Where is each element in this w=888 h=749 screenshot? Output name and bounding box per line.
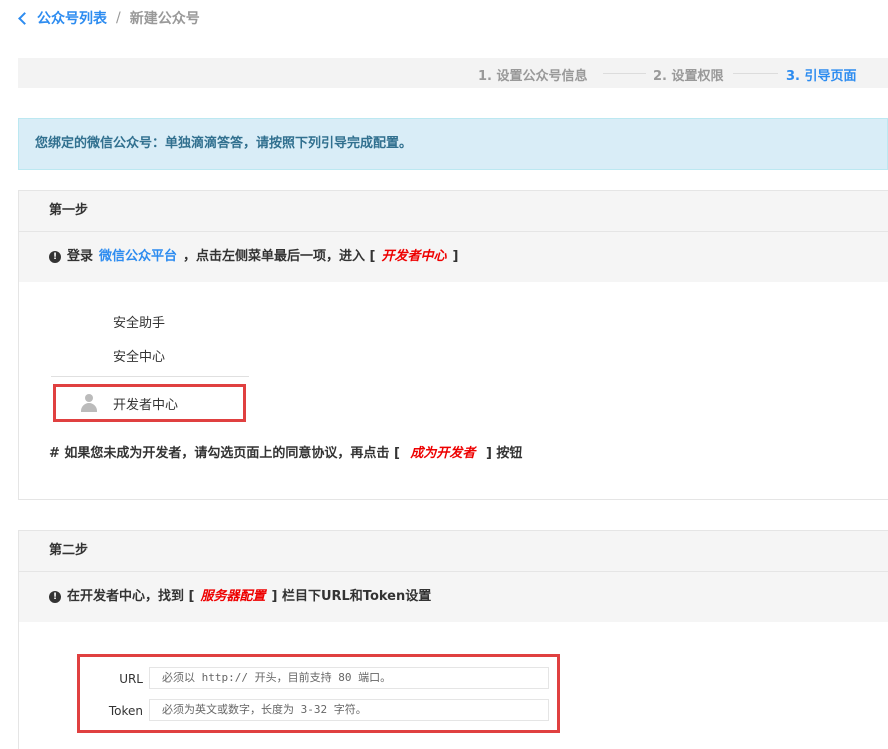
step1-instruction: ! 登录 微信公众平台 ，点击左侧菜单最后一项，进入 [ 开发者中心 ]: [19, 232, 888, 282]
back-link[interactable]: 公众号列表: [18, 8, 107, 28]
step1-instr-mid: ，点击左侧菜单最后一项，进入 [: [183, 249, 376, 264]
step-2: 2. 设置权限: [653, 69, 724, 84]
wechat-platform-link[interactable]: 微信公众平台: [99, 232, 177, 282]
step-divider: [733, 73, 778, 74]
wizard-steps: 1. 设置公众号信息 2. 设置权限 3. 引导页面: [18, 58, 888, 88]
menu-item-security-center: 安全中心: [113, 350, 166, 365]
breadcrumb-separator: /: [116, 10, 121, 26]
step2-panel: 第二步 ! 在开发者中心，找到 [ 服务器配置 ] 栏目下URL和Token设置…: [18, 530, 888, 749]
note-prefix: # 如果您未成为开发者，请勾选页面上的同意协议，再点击 [: [49, 446, 400, 461]
menu-item-developer-center: 开发者中心: [113, 398, 179, 413]
step-1: 1. 设置公众号信息: [478, 69, 588, 84]
menu-item-security-assistant: 安全助手: [113, 316, 166, 331]
token-field: 必须为英文或数字，长度为 3-32 字符。: [149, 699, 549, 721]
step-divider: [603, 73, 646, 74]
info-circle-icon: !: [49, 251, 61, 263]
breadcrumb-current: 新建公众号: [129, 11, 200, 27]
breadcrumb: 公众号列表 / 新建公众号: [18, 8, 200, 28]
back-link-label: 公众号列表: [37, 11, 107, 27]
become-developer-highlight: 成为开发者: [410, 446, 476, 461]
alert-text: 您绑定的微信公众号：单独滴滴答答，请按照下列引导完成配置。: [35, 136, 413, 151]
step1-instr-suffix: ]: [452, 249, 459, 264]
user-icon: [81, 394, 97, 412]
info-alert: 您绑定的微信公众号：单独滴滴答答，请按照下列引导完成配置。: [18, 118, 888, 170]
server-config-highlight: 服务器配置: [200, 589, 266, 604]
step2-instruction: ! 在开发者中心，找到 [ 服务器配置 ] 栏目下URL和Token设置: [19, 572, 888, 622]
step2-title: 第二步: [19, 531, 888, 572]
server-config-highlight-box: [77, 654, 560, 733]
step2-instr-prefix: 在开发者中心，找到 [: [67, 589, 195, 604]
developer-center-highlight: 开发者中心: [381, 249, 447, 264]
step1-title: 第一步: [19, 191, 888, 232]
token-label: Token: [108, 704, 143, 718]
step1-panel: 第一步 ! 登录 微信公众平台 ，点击左侧菜单最后一项，进入 [ 开发者中心 ]…: [18, 190, 888, 500]
url-label: URL: [119, 672, 143, 686]
step1-instr-prefix: 登录: [67, 249, 94, 264]
url-field: 必须以 http:// 开头，目前支持 80 端口。: [149, 667, 549, 689]
step-3: 3. 引导页面: [786, 69, 857, 84]
menu-divider: [51, 376, 249, 377]
note-suffix: ] 按钮: [485, 446, 523, 461]
info-circle-icon: !: [49, 591, 61, 603]
chevron-left-icon: [18, 12, 31, 25]
step2-instr-suffix: ] 栏目下URL和Token设置: [271, 589, 432, 604]
developer-note: # 如果您未成为开发者，请勾选页面上的同意协议，再点击 [ 成为开发者 ] 按钮: [49, 442, 522, 461]
